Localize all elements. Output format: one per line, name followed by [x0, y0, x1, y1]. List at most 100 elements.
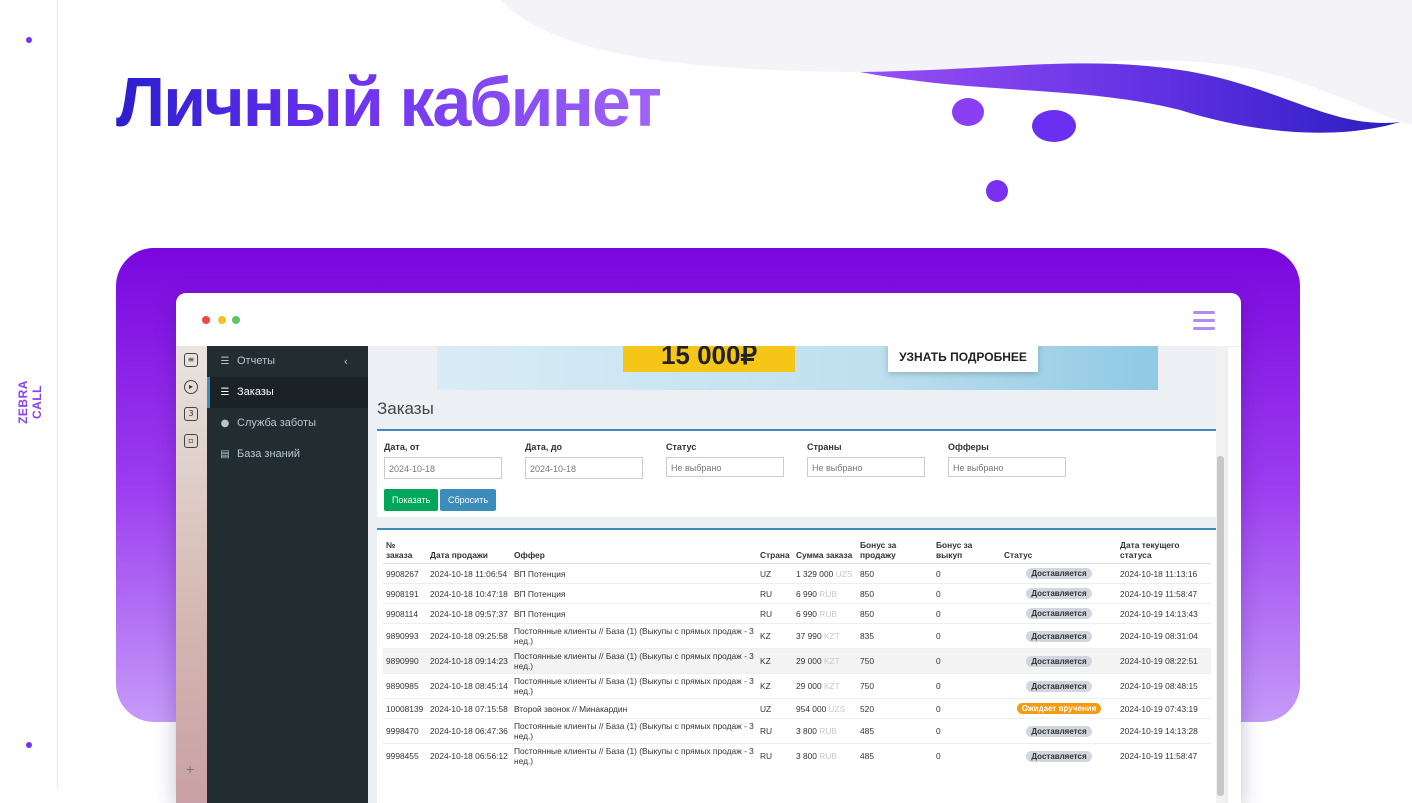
- banner-learn-more-button[interactable]: УЗНАТЬ ПОДРОБНЕЕ: [888, 346, 1038, 372]
- scrollbar-thumb[interactable]: [1217, 456, 1224, 796]
- sidebar-item-label: База знаний: [237, 448, 301, 460]
- col-status-date[interactable]: Дата текущего статуса: [1117, 538, 1211, 564]
- status-label: Статус: [666, 442, 697, 452]
- sidebar-item-orders[interactable]: ☰ Заказы: [207, 377, 368, 408]
- col-order-id[interactable]: № заказа: [383, 538, 427, 564]
- bonus-buyout-cell: 0: [933, 603, 1001, 624]
- bonus-buyout-cell: 0: [933, 623, 1001, 649]
- countries-select[interactable]: Не выбрано: [807, 457, 925, 477]
- icon-strip: ≡ ▸ 3 ▫ +: [176, 346, 207, 803]
- document-icon[interactable]: ≡: [184, 353, 198, 367]
- chat-icon: ●: [220, 418, 230, 429]
- date-to-label: Дата, до: [525, 442, 563, 452]
- sale-date-cell: 2024-10-18 06:47:36: [427, 718, 511, 744]
- table-row[interactable]: 9890985 2024-10-18 08:45:14 Постоянные кли…: [383, 673, 1211, 699]
- col-amount[interactable]: Сумма заказа: [793, 538, 857, 564]
- sale-date-cell: 2024-10-18 06:56:12: [427, 743, 511, 768]
- col-status[interactable]: Статус: [1001, 538, 1117, 564]
- col-country[interactable]: Страна: [757, 538, 793, 564]
- country-cell: RU: [757, 583, 793, 604]
- status-badge: Доставляется: [1026, 588, 1092, 599]
- table-row[interactable]: 9998455 2024-10-18 06:56:12 Постоянные кли…: [383, 743, 1211, 768]
- reset-button[interactable]: Сбросить: [440, 489, 497, 511]
- date-to-input[interactable]: 2024-10-18: [525, 457, 643, 479]
- page-title: Заказы: [377, 399, 434, 418]
- database-icon: ▤: [220, 449, 230, 460]
- status-date-cell: 2024-10-19 14:13:28: [1117, 718, 1211, 744]
- currency-code: UZS: [828, 703, 846, 714]
- status-date-cell: 2024-10-19 08:31:04: [1117, 623, 1211, 649]
- currency-code: KZT: [823, 681, 840, 691]
- sidebar-item-label: Отчеты: [237, 355, 276, 367]
- currency-code: KZT: [823, 656, 840, 666]
- status-cell: Доставляется: [1001, 743, 1117, 768]
- table-row[interactable]: 9998470 2024-10-18 06:47:36 Постоянные кли…: [383, 718, 1211, 744]
- sidebar-item-support[interactable]: ● Служба заботы: [207, 408, 368, 439]
- sale-date-cell: 2024-10-18 09:57:37: [427, 603, 511, 624]
- table-row[interactable]: 10008139 2024-10-18 07:15:58 Второй звонок…: [383, 698, 1211, 719]
- status-cell: Доставляется: [1001, 648, 1117, 674]
- status-badge: Доставляется: [1026, 608, 1092, 619]
- browser-titlebar: [176, 293, 1241, 347]
- number-three-icon[interactable]: 3: [184, 407, 198, 421]
- offer-cell: Постоянные клиенты // База (1) (Выкупы с…: [511, 623, 757, 649]
- currency-code: RUB: [819, 726, 837, 736]
- table-row[interactable]: 9890990 2024-10-18 09:14:23 Постоянные кли…: [383, 648, 1211, 674]
- status-badge: Доставляется: [1026, 630, 1092, 642]
- order-id-cell: 9890990: [383, 648, 427, 674]
- status-date-cell: 2024-10-19 08:48:15: [1117, 673, 1211, 699]
- amount-cell: 6 990 RUB: [793, 583, 857, 604]
- currency-code: UZS: [835, 568, 853, 579]
- chevron-left-icon[interactable]: ‹: [344, 346, 348, 377]
- bonus-sale-cell: 485: [857, 718, 933, 744]
- currency-code: RUB: [819, 588, 837, 599]
- bonus-sale-cell: 520: [857, 698, 933, 719]
- status-cell: Доставляется: [1001, 563, 1117, 584]
- table-row[interactable]: 9908114 2024-10-18 09:57:37 ВП Потенция RU 6…: [383, 603, 1211, 624]
- promo-banner[interactable]: 15 000₽ УЗНАТЬ ПОДРОБНЕЕ: [437, 346, 1158, 390]
- maximize-dot[interactable]: [232, 316, 240, 324]
- country-cell: KZ: [757, 673, 793, 699]
- status-date-cell: 2024-10-19 07:43:19: [1117, 698, 1211, 719]
- browser-window: ≡ ▸ 3 ▫ + ☰ Отчеты ‹ ☰ Заказы ● Служба забо…: [176, 293, 1241, 803]
- list-icon: ☰: [220, 387, 230, 398]
- sidebar-item-knowledge-base[interactable]: ▤ База знаний: [207, 439, 368, 470]
- offer-cell: Второй звонок // Минакардин: [511, 698, 757, 719]
- table-header-row: № заказа Дата продажи Оффер Страна Сумма…: [383, 538, 1211, 564]
- main-content: 15 000₽ УЗНАТЬ ПОДРОБНЕЕ Заказы Дата, от…: [368, 346, 1228, 803]
- table-row[interactable]: 9890993 2024-10-18 09:25:58 Постоянные кли…: [383, 623, 1211, 649]
- status-cell: Доставляется: [1001, 623, 1117, 649]
- hamburger-menu-icon[interactable]: [1193, 311, 1215, 335]
- status-select[interactable]: Не выбрано: [666, 457, 784, 477]
- bonus-sale-cell: 850: [857, 583, 933, 604]
- sale-date-cell: 2024-10-18 10:47:18: [427, 583, 511, 604]
- close-dot[interactable]: [202, 316, 210, 324]
- offer-cell: ВП Потенция: [511, 583, 757, 604]
- show-button[interactable]: Показать: [384, 489, 439, 511]
- brand-vertical: ZEBRA CALL: [16, 380, 44, 424]
- amount-cell: 29 000 KZT: [793, 648, 857, 674]
- col-bonus-buyout[interactable]: Бонус за выкуп: [933, 538, 1001, 564]
- amount-cell: 37 990 KZT: [793, 623, 857, 649]
- plus-icon[interactable]: +: [186, 761, 194, 777]
- minimize-dot[interactable]: [218, 316, 226, 324]
- bonus-buyout-cell: 0: [933, 673, 1001, 699]
- col-offer[interactable]: Оффер: [511, 538, 757, 564]
- table-row[interactable]: 9908191 2024-10-18 10:47:18 ВП Потенция RU 6…: [383, 583, 1211, 604]
- col-sale-date[interactable]: Дата продажи: [427, 538, 511, 564]
- sale-date-cell: 2024-10-18 07:15:58: [427, 698, 511, 719]
- sale-date-cell: 2024-10-18 09:25:58: [427, 623, 511, 649]
- slide-title: Личный кабинет: [116, 63, 662, 141]
- scrollbar[interactable]: [1216, 346, 1225, 803]
- offer-cell: Постоянные клиенты // База (1) (Выкупы с…: [511, 648, 757, 674]
- table-row[interactable]: 9908267 2024-10-18 11:06:54 ВП Потенция UZ 1…: [383, 563, 1211, 584]
- amount-value: 3 800: [796, 726, 817, 736]
- countries-label: Страны: [807, 442, 842, 452]
- gallery-icon[interactable]: ▫: [184, 434, 198, 448]
- offers-select[interactable]: Не выбрано: [948, 457, 1066, 477]
- play-icon[interactable]: ▸: [184, 380, 198, 394]
- date-from-input[interactable]: 2024-10-18: [384, 457, 502, 479]
- amount-cell: 1 329 000 UZS: [793, 563, 857, 584]
- sidebar-item-reports[interactable]: ☰ Отчеты ‹: [207, 346, 368, 377]
- col-bonus-sale[interactable]: Бонус за продажу: [857, 538, 933, 564]
